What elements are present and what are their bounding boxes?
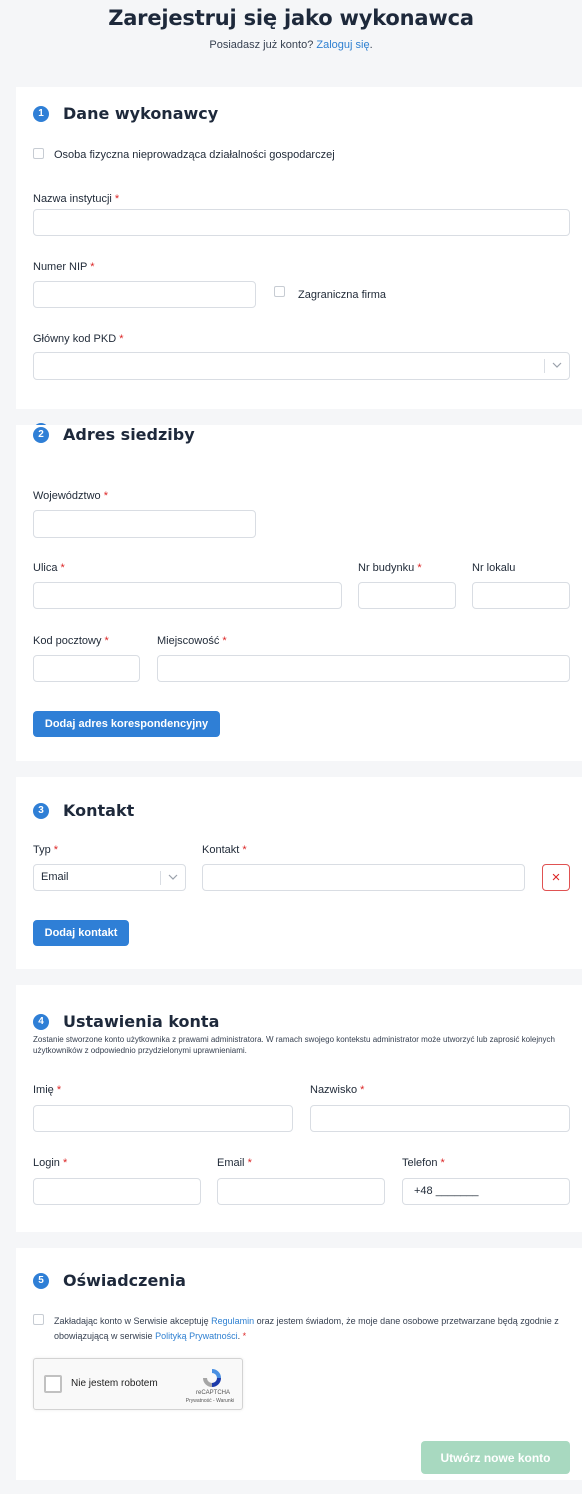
foreign-company-label: Zagraniczna firma bbox=[298, 289, 387, 301]
chevron-down-icon bbox=[168, 874, 178, 880]
contact-type-label: Typ * bbox=[33, 844, 59, 856]
step-number-5: 5 bbox=[33, 1272, 49, 1289]
recaptcha-brand: reCAPTCHA bbox=[195, 1390, 230, 1396]
phone-label: Telefon * bbox=[402, 1157, 445, 1169]
building-number-input[interactable] bbox=[358, 582, 456, 609]
foreign-company-checkbox[interactable] bbox=[274, 286, 285, 297]
login-link[interactable]: Zaloguj się bbox=[316, 39, 369, 51]
first-name-label: Imię * bbox=[33, 1084, 62, 1096]
remove-contact-button[interactable]: × bbox=[542, 864, 570, 891]
login-prompt: Posiadasz już konto? Zaloguj się. bbox=[209, 39, 373, 51]
street-label: Ulica * bbox=[33, 562, 65, 574]
email-input[interactable] bbox=[217, 1178, 385, 1205]
city-input[interactable] bbox=[157, 655, 570, 682]
apartment-number-input[interactable] bbox=[472, 582, 570, 609]
last-name-label: Nazwisko * bbox=[310, 1084, 365, 1096]
step-number-4: 4 bbox=[33, 1013, 49, 1030]
pkd-select[interactable] bbox=[33, 352, 570, 380]
apartment-number-label: Nr lokalu bbox=[472, 562, 516, 574]
postal-code-label: Kod pocztowy * bbox=[33, 635, 109, 647]
page-header: Zarejestruj się jako wykonawca Posiadasz… bbox=[0, 0, 582, 72]
contact-value-input[interactable] bbox=[202, 864, 525, 891]
section-5-header: 5 Oświadczenia bbox=[33, 1271, 186, 1290]
voivodeship-label: Województwo * bbox=[33, 490, 109, 502]
close-icon: × bbox=[551, 869, 561, 886]
add-contact-button[interactable]: Dodaj kontakt bbox=[33, 920, 129, 946]
section-4-title: Ustawienia konta bbox=[63, 1012, 220, 1031]
postal-code-input[interactable] bbox=[33, 655, 140, 682]
add-correspondence-address-button[interactable]: Dodaj adres korespondencyjny bbox=[33, 711, 220, 737]
private-person-label: Osoba fizyczna nieprowadząca działalnośc… bbox=[54, 149, 335, 161]
last-name-input[interactable] bbox=[310, 1105, 570, 1132]
nip-input[interactable] bbox=[33, 281, 256, 308]
section-4-header: 4 Ustawienia konta bbox=[33, 1012, 219, 1031]
voivodeship-input[interactable] bbox=[33, 510, 256, 538]
hq-fields: Województwo * Ulica * Nr budynku * Nr lo… bbox=[16, 425, 582, 761]
contact-type-value: Email bbox=[41, 871, 69, 883]
private-person-checkbox[interactable] bbox=[33, 148, 44, 159]
phone-input[interactable]: +48 _______ bbox=[402, 1178, 570, 1205]
step-number-1: 1 bbox=[33, 105, 49, 122]
institution-input[interactable] bbox=[33, 209, 570, 236]
step-number-3: 3 bbox=[33, 802, 49, 819]
contact-value-label: Kontakt * bbox=[202, 844, 247, 856]
terms-consent-text: Zakładając konto w Serwisie akceptuję Re… bbox=[54, 1316, 559, 1341]
pkd-label: Główny kod PKD * bbox=[33, 333, 124, 345]
section-3-title: Kontakt bbox=[63, 801, 135, 820]
section-contractor-data: 1 Dane wykonawcy Osoba fizyczna nieprowa… bbox=[16, 87, 582, 409]
recaptcha-checkbox[interactable] bbox=[44, 1375, 62, 1393]
regulations-link[interactable]: Regulamin bbox=[211, 1316, 254, 1326]
building-number-label: Nr budynku * bbox=[358, 562, 422, 574]
phone-value: +48 _______ bbox=[414, 1185, 479, 1197]
section-declarations: 5 Oświadczenia Zakładając konto w Serwis… bbox=[16, 1248, 582, 1480]
create-account-button[interactable]: Utwórz nowe konto bbox=[421, 1441, 570, 1474]
chevron-down-icon bbox=[552, 362, 562, 368]
nip-label: Numer NIP * bbox=[33, 261, 95, 273]
section-3-header: 3 Kontakt bbox=[33, 801, 134, 820]
section-account-settings: 4 Ustawienia konta Zostanie stworzone ko… bbox=[16, 985, 582, 1232]
section-1-header: 1 Dane wykonawcy bbox=[33, 104, 218, 123]
recaptcha-widget: Nie jestem robotem reCAPTCHA Prywatność … bbox=[33, 1358, 243, 1410]
page-title: Zarejestruj się jako wykonawca bbox=[108, 6, 474, 30]
recaptcha-label: Nie jestem robotem bbox=[71, 1378, 158, 1389]
first-name-input[interactable] bbox=[33, 1105, 293, 1132]
institution-label: Nazwa instytucji * bbox=[33, 193, 120, 205]
recaptcha-logo-icon bbox=[203, 1369, 221, 1387]
section-contact: 3 Kontakt Typ * Email Kontakt * × Dodaj … bbox=[16, 777, 582, 969]
recaptcha-links[interactable]: Prywatność - Warunki bbox=[178, 1398, 242, 1404]
section-1-title: Dane wykonawcy bbox=[63, 104, 219, 123]
account-description: Zostanie stworzone konto użytkownika z p… bbox=[33, 1035, 555, 1055]
login-input[interactable] bbox=[33, 1178, 201, 1205]
email-label: Email * bbox=[217, 1157, 252, 1169]
login-label: Login * bbox=[33, 1157, 68, 1169]
hq-final: 2 Adres siedziby Województwo * Ulica * N… bbox=[16, 425, 582, 761]
section-5-title: Oświadczenia bbox=[63, 1271, 186, 1290]
street-input[interactable] bbox=[33, 582, 342, 609]
contact-type-select[interactable]: Email bbox=[33, 864, 186, 891]
privacy-policy-link[interactable]: Polityką Prywatności bbox=[155, 1331, 238, 1341]
city-label: Miejscowość * bbox=[157, 635, 227, 647]
terms-consent-checkbox[interactable] bbox=[33, 1314, 44, 1325]
